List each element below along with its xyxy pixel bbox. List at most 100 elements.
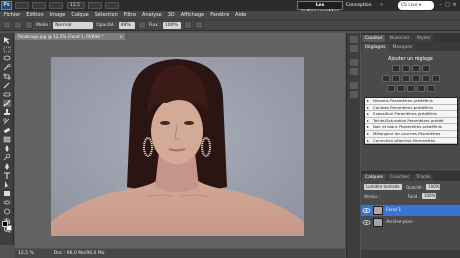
menu-select[interactable]: Sélection (95, 12, 118, 18)
minibridge-button[interactable] (32, 2, 46, 9)
menu-edit[interactable]: Edition (26, 12, 43, 18)
tab-masks[interactable]: Masques (389, 44, 416, 51)
cs-live-button[interactable]: CS Live ▾ (398, 1, 434, 10)
clone-source-icon[interactable] (350, 68, 358, 75)
opacity-input[interactable]: 49% (118, 21, 135, 29)
minimize-button[interactable]: – (437, 1, 444, 9)
tab-color[interactable]: Couleur (362, 35, 386, 42)
pen-tool-icon[interactable] (3, 163, 11, 170)
workspace-more-button[interactable]: » (380, 1, 383, 10)
airbrush-icon[interactable] (183, 21, 192, 29)
fill-input[interactable]: 100% (421, 193, 436, 199)
tab-swatches[interactable]: Nuancier (386, 35, 413, 42)
levels-icon[interactable] (401, 65, 410, 72)
preset-black-white[interactable]: Noir et blanc Paramètres prédéfinis (365, 124, 457, 131)
preset-hue-saturation[interactable]: Teinte/Saturation Paramètres prédéf. (365, 118, 457, 125)
foreground-color-swatch[interactable] (2, 221, 8, 227)
visibility-eye-icon[interactable] (362, 218, 371, 227)
eyedropper-tool-icon[interactable] (3, 82, 11, 89)
tab-paths[interactable]: Tracés (413, 174, 434, 181)
clone-stamp-tool-icon[interactable] (3, 109, 11, 116)
flow-input[interactable]: 100% (162, 21, 181, 29)
brightness-contrast-icon[interactable] (391, 65, 400, 72)
status-zoom[interactable]: 12,5 % (18, 251, 34, 256)
blend-mode-select[interactable]: Lumière tamisée (364, 184, 402, 190)
preset-levels[interactable]: Niveaux Paramètres prédéfinis (365, 98, 457, 105)
preset-curves[interactable]: Courbes Paramètres prédéfinis (365, 105, 457, 112)
mode-select[interactable]: Normal (53, 21, 94, 29)
workspace-design-button[interactable]: Conception (346, 1, 371, 10)
visibility-eye-icon[interactable] (362, 206, 371, 215)
curves-icon[interactable] (411, 65, 420, 72)
brush-panel-dock-icon[interactable] (350, 59, 358, 66)
menu-file[interactable]: Fichier (4, 12, 20, 18)
3d-rotate-tool-icon[interactable] (3, 199, 11, 206)
tab-adjustments[interactable]: Réglages (362, 44, 389, 51)
hue-saturation-icon[interactable] (391, 75, 400, 82)
preset-selective-color[interactable]: Correction sélective Paramètres (365, 138, 457, 145)
path-selection-tool-icon[interactable] (3, 181, 11, 188)
workspace-essentials-button[interactable]: Les indispensables (297, 1, 343, 15)
menu-layer[interactable]: Calque (71, 12, 88, 18)
arrange-documents-button[interactable] (88, 2, 102, 9)
mini-bridge-icon[interactable] (350, 36, 358, 43)
gradient-map-icon[interactable] (416, 85, 425, 92)
screen-mode-button[interactable] (105, 2, 119, 9)
preset-exposure[interactable]: Exposition Paramètres prédéfinis (365, 111, 457, 118)
move-tool-icon[interactable] (3, 37, 11, 44)
menu-analysis[interactable]: Analyse (142, 12, 162, 18)
layer-name[interactable]: Arrière-plan (386, 220, 413, 225)
crop-tool-icon[interactable] (3, 73, 11, 80)
black-white-icon[interactable] (411, 75, 420, 82)
tab-layers[interactable]: Calques (362, 174, 386, 181)
menu-3d[interactable]: 3D (168, 12, 175, 18)
brush-preset-icon[interactable] (14, 21, 22, 29)
posterize-icon[interactable] (396, 85, 405, 92)
view-extras-button[interactable] (49, 2, 63, 9)
pressure-size-icon[interactable] (194, 21, 203, 29)
layer-row-selected[interactable]: Fond 1 (361, 205, 460, 216)
channel-mixer-icon[interactable] (431, 75, 440, 82)
menu-window[interactable]: Fenêtre (210, 12, 229, 18)
paragraph-icon[interactable] (350, 91, 358, 98)
brush-tool-icon[interactable] (3, 100, 11, 107)
bridge-button[interactable] (15, 2, 29, 9)
close-document-icon[interactable]: × (119, 33, 123, 40)
quick-selection-tool-icon[interactable] (3, 64, 11, 71)
vibrance-icon[interactable] (381, 75, 390, 82)
preset-channel-mixer[interactable]: Mélangeur de couches Paramètres (365, 131, 457, 138)
tab-styles[interactable]: Styles (413, 35, 434, 42)
invert-icon[interactable] (386, 85, 395, 92)
eraser-tool-icon[interactable] (3, 127, 11, 134)
maximize-button[interactable]: □ (444, 1, 451, 9)
type-tool-icon[interactable] (3, 172, 11, 179)
history-icon[interactable] (350, 45, 358, 52)
lasso-tool-icon[interactable] (3, 55, 11, 62)
tool-preset-icon[interactable] (3, 21, 11, 29)
blur-tool-icon[interactable] (3, 145, 11, 152)
portrait-photo[interactable] (51, 57, 304, 236)
history-brush-tool-icon[interactable] (3, 118, 11, 125)
layer-row[interactable]: Arrière-plan (361, 217, 460, 228)
layer-name[interactable]: Fond 1 (386, 208, 401, 213)
spot-healing-tool-icon[interactable] (3, 91, 11, 98)
gradient-tool-icon[interactable] (3, 136, 11, 143)
zoom-level-select[interactable]: 12,5 (67, 2, 85, 9)
menu-help[interactable]: Aide (235, 12, 246, 18)
color-balance-icon[interactable] (401, 75, 410, 82)
photo-filter-icon[interactable] (421, 75, 430, 82)
selective-color-icon[interactable] (426, 85, 435, 92)
dodge-tool-icon[interactable] (3, 154, 11, 161)
brush-panel-icon[interactable] (25, 21, 33, 29)
shape-tool-icon[interactable] (3, 190, 11, 197)
character-icon[interactable] (350, 82, 358, 89)
exposure-icon[interactable] (421, 65, 430, 72)
menu-view[interactable]: Affichage (181, 12, 205, 18)
menu-filter[interactable]: Filtre (124, 12, 136, 18)
document-tab[interactable]: fenetrage.jpg @ 12,5% (Fond 1, RVB/8) * … (15, 33, 125, 40)
tab-channels[interactable]: Couches (386, 174, 413, 181)
3d-camera-tool-icon[interactable] (3, 208, 11, 215)
close-window-button[interactable]: × (451, 1, 458, 9)
menu-image[interactable]: Image (50, 12, 66, 18)
marquee-tool-icon[interactable] (3, 46, 11, 53)
